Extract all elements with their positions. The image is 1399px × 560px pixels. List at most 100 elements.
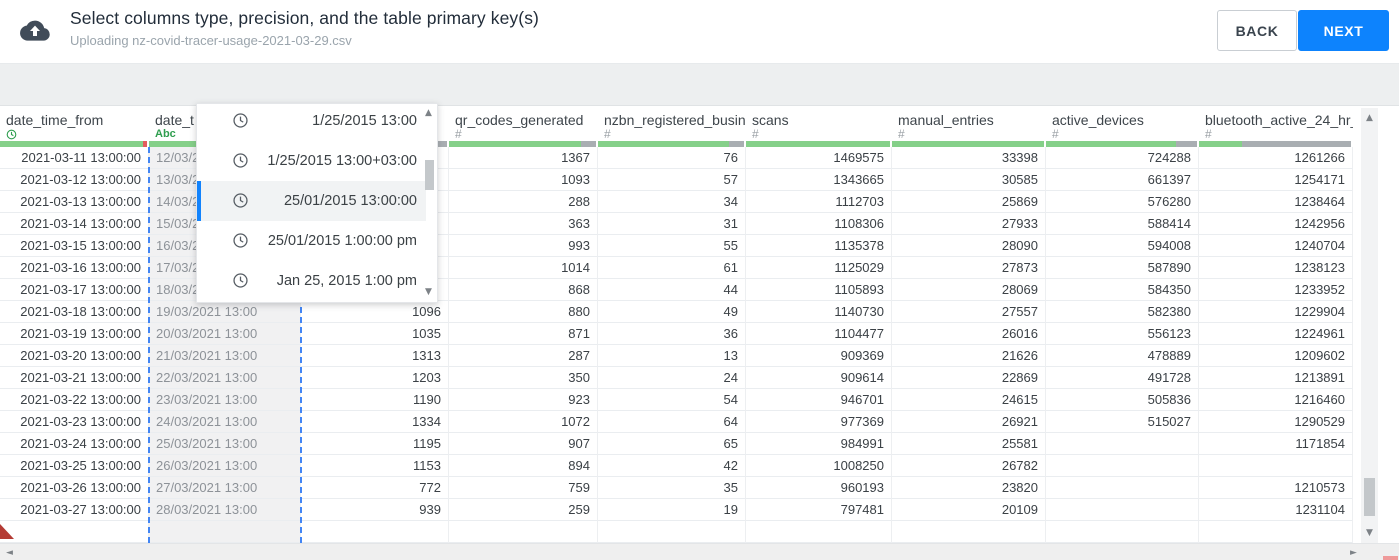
cell[interactable]: 909369 — [746, 345, 892, 367]
cell[interactable]: 57 — [598, 169, 746, 191]
cell[interactable]: 1233952 — [1199, 279, 1353, 301]
cell[interactable]: 2021-03-13 13:00:00 — [0, 191, 149, 213]
cell[interactable]: 28069 — [892, 279, 1046, 301]
cell[interactable]: 34 — [598, 191, 746, 213]
cell[interactable]: 26921 — [892, 411, 1046, 433]
cell[interactable] — [1199, 455, 1353, 477]
cell[interactable]: 1367 — [449, 147, 598, 169]
cell[interactable]: 26016 — [892, 323, 1046, 345]
cell[interactable]: 2021-03-23 13:00:00 — [0, 411, 149, 433]
scroll-left-icon[interactable]: ◄ — [6, 549, 13, 558]
cell[interactable]: 27/03/2021 13:00 — [149, 477, 301, 499]
cell[interactable]: 33398 — [892, 147, 1046, 169]
cell[interactable]: 1093 — [449, 169, 598, 191]
cell[interactable]: 1334 — [301, 411, 449, 433]
cell[interactable] — [746, 521, 892, 543]
dropdown-scrollbar-thumb[interactable] — [425, 160, 434, 190]
cell[interactable]: 946701 — [746, 389, 892, 411]
cell[interactable]: 1171854 — [1199, 433, 1353, 455]
cell[interactable]: 54 — [598, 389, 746, 411]
vertical-scrollbar-thumb[interactable] — [1364, 478, 1375, 516]
cell[interactable]: 21626 — [892, 345, 1046, 367]
cell[interactable]: 1190 — [301, 389, 449, 411]
cell[interactable]: 28/03/2021 13:00 — [149, 499, 301, 521]
cell[interactable]: 44 — [598, 279, 746, 301]
cell[interactable]: 25869 — [892, 191, 1046, 213]
cell[interactable]: 1238464 — [1199, 191, 1353, 213]
cell[interactable]: 24615 — [892, 389, 1046, 411]
cell[interactable]: 584350 — [1046, 279, 1199, 301]
cell[interactable]: 55 — [598, 235, 746, 257]
cell[interactable]: 2021-03-17 13:00:00 — [0, 279, 149, 301]
cell[interactable]: 1229904 — [1199, 301, 1353, 323]
cell[interactable] — [892, 521, 1046, 543]
cell[interactable]: 36 — [598, 323, 746, 345]
cell[interactable]: 491728 — [1046, 367, 1199, 389]
cell[interactable] — [1199, 521, 1353, 543]
cell[interactable]: 2021-03-22 13:00:00 — [0, 389, 149, 411]
date-format-option-selected[interactable]: 25/01/2015 13:00:00 — [197, 181, 426, 221]
cell[interactable]: 22869 — [892, 367, 1046, 389]
column-header-nzbn_registered_busine[interactable]: nzbn_registered_busine # — [598, 106, 746, 141]
cell[interactable]: 1153 — [301, 455, 449, 477]
cell[interactable]: 24 — [598, 367, 746, 389]
cell[interactable]: 984991 — [746, 433, 892, 455]
cell[interactable]: 960193 — [746, 477, 892, 499]
horizontal-scrollbar[interactable]: ◄ ► — [0, 543, 1399, 560]
cell[interactable]: 759 — [449, 477, 598, 499]
cell[interactable]: 27873 — [892, 257, 1046, 279]
cell[interactable]: 26782 — [892, 455, 1046, 477]
cell[interactable]: 363 — [449, 213, 598, 235]
cell[interactable]: 724288 — [1046, 147, 1199, 169]
vertical-scrollbar[interactable]: ▲ ▼ — [1361, 108, 1378, 543]
cell[interactable]: 19 — [598, 499, 746, 521]
cell[interactable]: 27557 — [892, 301, 1046, 323]
cell[interactable]: 909614 — [746, 367, 892, 389]
cell[interactable]: 505836 — [1046, 389, 1199, 411]
cell[interactable]: 350 — [449, 367, 598, 389]
date-format-option[interactable]: 1/25/2015 13:00 — [197, 104, 426, 141]
cell[interactable]: 28090 — [892, 235, 1046, 257]
cell[interactable]: 288 — [449, 191, 598, 213]
cell[interactable]: 1240704 — [1199, 235, 1353, 257]
cell[interactable]: 64 — [598, 411, 746, 433]
cell[interactable]: 1104477 — [746, 323, 892, 345]
cell[interactable]: 25/03/2021 13:00 — [149, 433, 301, 455]
cell[interactable]: 923 — [449, 389, 598, 411]
cell[interactable]: 76 — [598, 147, 746, 169]
cell[interactable]: 2021-03-16 13:00:00 — [0, 257, 149, 279]
cell[interactable]: 1135378 — [746, 235, 892, 257]
cell[interactable]: 1213891 — [1199, 367, 1353, 389]
cell[interactable]: 977369 — [746, 411, 892, 433]
cell[interactable]: 939 — [301, 499, 449, 521]
cell[interactable]: 1231104 — [1199, 499, 1353, 521]
column-header-bluetooth_active_24_hr_[interactable]: bluetooth_active_24_hr_ # — [1199, 106, 1353, 141]
cell[interactable]: 1469575 — [746, 147, 892, 169]
cell[interactable] — [1046, 521, 1199, 543]
cell[interactable]: 588414 — [1046, 213, 1199, 235]
cell[interactable] — [149, 521, 301, 543]
cell[interactable]: 2021-03-21 13:00:00 — [0, 367, 149, 389]
cell[interactable]: 25581 — [892, 433, 1046, 455]
cell[interactable]: 1238123 — [1199, 257, 1353, 279]
cell[interactable]: 1242956 — [1199, 213, 1353, 235]
cell[interactable]: 259 — [449, 499, 598, 521]
cell[interactable]: 2021-03-19 13:00:00 — [0, 323, 149, 345]
cell[interactable]: 1096 — [301, 301, 449, 323]
cell[interactable]: 661397 — [1046, 169, 1199, 191]
cell[interactable]: 287 — [449, 345, 598, 367]
dropdown-scroll-down-icon[interactable]: ▼ — [425, 288, 432, 297]
cell[interactable]: 1313 — [301, 345, 449, 367]
cell[interactable]: 2021-03-26 13:00:00 — [0, 477, 149, 499]
cell[interactable]: 2021-03-11 13:00:00 — [0, 147, 149, 169]
cell[interactable]: 1203 — [301, 367, 449, 389]
cell[interactable]: 1195 — [301, 433, 449, 455]
dropdown-scroll-up-icon[interactable]: ▲ — [425, 109, 432, 118]
cell[interactable]: 1209602 — [1199, 345, 1353, 367]
cell[interactable]: 556123 — [1046, 323, 1199, 345]
cell[interactable] — [1046, 477, 1199, 499]
cell[interactable]: 30585 — [892, 169, 1046, 191]
cell[interactable]: 587890 — [1046, 257, 1199, 279]
cell[interactable]: 22/03/2021 13:00 — [149, 367, 301, 389]
cell[interactable]: 576280 — [1046, 191, 1199, 213]
